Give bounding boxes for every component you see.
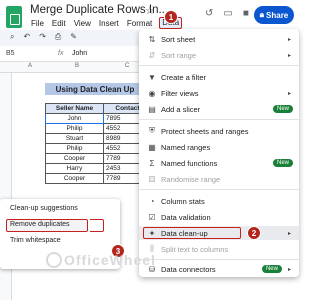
menu-item-named-ranges[interactable]: ▦ Named ranges xyxy=(139,140,299,154)
menu-format[interactable]: Format xyxy=(126,18,153,29)
submenu-trim-whitespace[interactable]: Trim whitespace xyxy=(10,237,61,244)
menu-view[interactable]: View xyxy=(73,18,92,29)
slicer-icon: ▤ xyxy=(148,104,156,114)
header-actions: ↺ ▭ ■ xyxy=(205,8,249,19)
shield-icon: ⛨ xyxy=(149,126,155,135)
column-c[interactable]: C xyxy=(125,63,129,69)
cell-seller[interactable]: Harry xyxy=(45,163,104,174)
data-cleanup-highlight xyxy=(143,227,241,239)
chevron-right-icon: ▸ xyxy=(287,36,291,43)
undo-icon[interactable]: ↶ xyxy=(23,32,30,42)
cell-reference[interactable]: B5 xyxy=(6,50,15,57)
seller-table: Seller Name Contact John 7895 Philip 455… xyxy=(45,103,152,184)
menu-file[interactable]: File xyxy=(30,18,45,29)
watermark-logo-icon xyxy=(46,252,62,268)
cell-seller[interactable]: John xyxy=(45,113,104,124)
chevron-right-icon: ▸ xyxy=(287,52,291,59)
formula-input[interactable]: John xyxy=(72,50,87,57)
menu-item-data-validation[interactable]: ☑ Data validation xyxy=(139,210,299,224)
menu-edit[interactable]: Edit xyxy=(51,18,67,29)
chevron-right-icon: ▸ xyxy=(287,90,291,97)
step-badge-2: 2 xyxy=(247,226,261,240)
table-row: Cooper 7789 xyxy=(45,173,152,184)
cell-seller[interactable]: Stuart xyxy=(45,133,104,144)
table-row: Philip 4552 xyxy=(45,123,152,134)
cell-seller[interactable]: Philip xyxy=(45,143,104,154)
lock-icon: 🔒︎ xyxy=(259,10,265,19)
menu-divider xyxy=(139,119,299,120)
watermark: OfficeWheel xyxy=(64,252,156,268)
redo-icon[interactable]: ↷ xyxy=(39,32,46,42)
cell-seller[interactable]: Cooper xyxy=(45,153,104,164)
named-ranges-icon: ▦ xyxy=(148,142,156,152)
submenu-cleanup-suggestions[interactable]: Clean-up suggestions xyxy=(10,205,78,212)
function-icon: Σ xyxy=(149,158,155,168)
menu-item-sort-sheet[interactable]: ⇅ Sort sheet ▸ xyxy=(139,32,299,46)
table-row: Cooper 7789 xyxy=(45,153,152,164)
comment-icon[interactable]: ▭ xyxy=(223,8,232,19)
menu-divider xyxy=(139,259,299,260)
share-button[interactable]: 🔒︎ Share xyxy=(254,6,294,24)
menu-item-protect-sheets[interactable]: ⛨ Protect sheets and ranges xyxy=(139,124,299,138)
print-icon[interactable]: ⎙ xyxy=(55,32,61,42)
table-row: John 7895 xyxy=(45,113,152,124)
toolbar-icons: ⌕ ↶ ↷ ⎙ ✎ xyxy=(10,32,77,42)
menu-item-split-text: ⫼ Split text to columns xyxy=(139,242,299,256)
new-badge: New xyxy=(272,159,293,167)
menu-item-column-stats[interactable]: ◔ Column stats xyxy=(139,194,299,208)
paint-format-icon[interactable]: ✎ xyxy=(70,32,77,42)
cell-seller[interactable]: Philip xyxy=(45,123,104,134)
sort-icon: ⇅ xyxy=(148,34,156,44)
menu-item-randomise-range: ⚄ Randomise range xyxy=(139,172,299,186)
table-row: Harry 2453 xyxy=(45,163,152,174)
stats-icon: ◔ xyxy=(149,196,155,206)
table-row: Philip 4552 xyxy=(45,143,152,154)
table-title: Using Data Clean Up xyxy=(45,83,145,95)
meet-icon[interactable]: ■ xyxy=(243,8,249,19)
new-badge: New xyxy=(261,265,282,273)
new-badge: New xyxy=(272,105,293,113)
history-icon[interactable]: ↺ xyxy=(205,8,213,19)
data-menu: ⇅ Sort sheet ▸ ⇵ Sort range ▸ ▼ Create a filt… xyxy=(139,29,299,277)
column-b[interactable]: B xyxy=(75,63,79,69)
menu-bar: File Edit View Insert Format Data xyxy=(30,17,183,29)
highlight-connector xyxy=(90,219,104,232)
menu-item-data-connectors[interactable]: ⛁ Data connectors New ▸ xyxy=(139,262,299,276)
step-badge-1: 1 xyxy=(164,10,178,24)
header-seller-name[interactable]: Seller Name xyxy=(45,103,104,114)
share-label: Share xyxy=(266,10,289,20)
menu-item-filter-views[interactable]: ◉ Filter views ▸ xyxy=(139,86,299,100)
submenu-remove-duplicates[interactable]: Remove duplicates xyxy=(10,221,70,228)
column-a[interactable]: A xyxy=(28,63,32,69)
cell-seller[interactable]: Cooper xyxy=(45,173,104,184)
search-icon[interactable]: ⌕ xyxy=(10,32,14,42)
star-icon[interactable]: ☆ xyxy=(145,4,155,17)
shuffle-icon: ⚄ xyxy=(148,174,156,184)
menu-item-named-functions[interactable]: Σ Named functions New xyxy=(139,156,299,170)
menu-item-sort-range: ⇵ Sort range ▸ xyxy=(139,48,299,62)
filter-views-icon: ◉ xyxy=(148,88,156,98)
table-header-row: Seller Name Contact xyxy=(45,103,152,114)
filter-icon: ▼ xyxy=(148,72,156,82)
menu-item-add-slicer[interactable]: ▤ Add a slicer New xyxy=(139,102,299,116)
menu-divider xyxy=(139,65,299,66)
chevron-right-icon: ▸ xyxy=(287,266,291,273)
table-row: Stuart 8989 xyxy=(45,133,152,144)
validation-icon: ☑ xyxy=(148,212,156,222)
sort-range-icon: ⇵ xyxy=(148,50,156,60)
menu-item-create-filter[interactable]: ▼ Create a filter xyxy=(139,70,299,84)
fx-icon: fx xyxy=(58,50,64,57)
menu-insert[interactable]: Insert xyxy=(98,18,120,29)
sheets-logo-icon[interactable] xyxy=(6,6,22,28)
menu-divider xyxy=(139,189,299,190)
chevron-right-icon: ▸ xyxy=(287,230,291,237)
